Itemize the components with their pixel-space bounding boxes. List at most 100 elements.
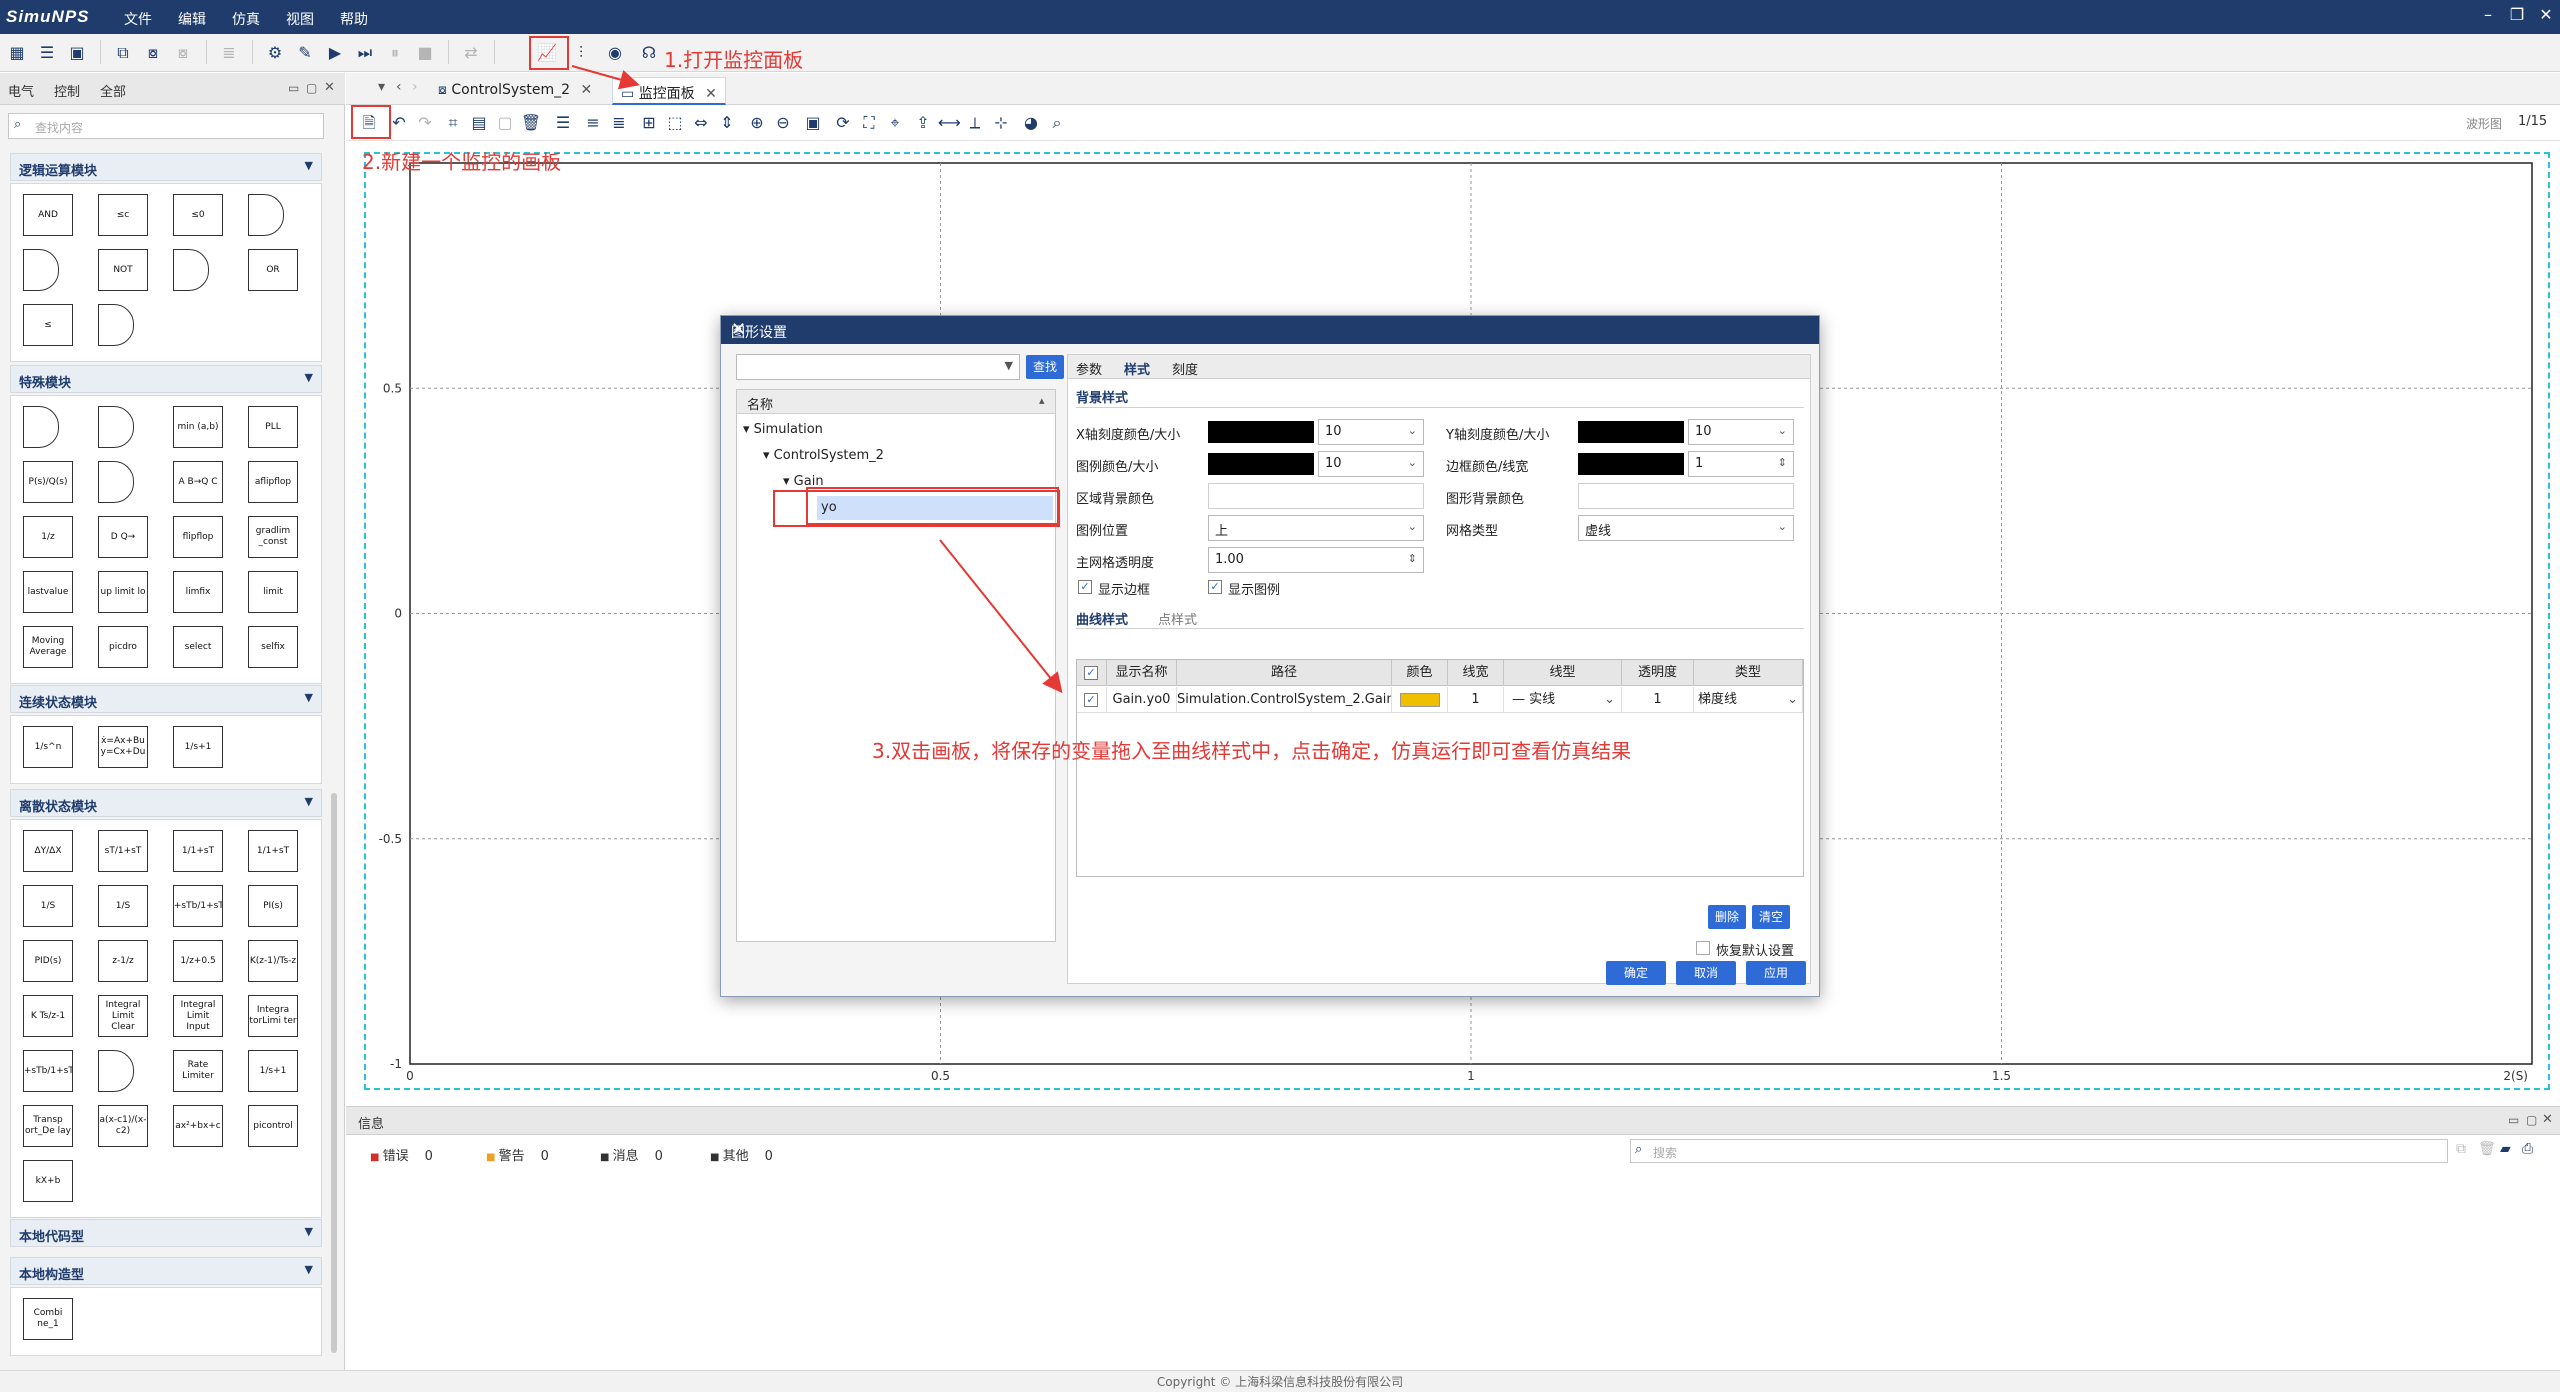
chevron-down-icon[interactable]: ▼ [305,691,313,704]
curve-table[interactable]: ✓ 显示名称 路径 颜色 线宽 线型 透明度 类型 ✓ Gain.yo0 Sim… [1076,659,1804,877]
legend-size-select[interactable]: 10 ⌄ [1318,451,1424,477]
status-count[interactable]: ■ 消息 0 [600,1145,663,1164]
library-block[interactable]: ΔY/ΔX [23,830,73,872]
library-block[interactable]: z-1/z [98,940,148,982]
area-bg-color[interactable] [1208,483,1424,509]
undo-icon[interactable]: ↶ [388,112,410,134]
layout-icon[interactable]: ▣ [802,112,824,134]
menu-edit[interactable]: 编辑 [178,9,206,29]
align-icon[interactable]: ☰ [552,112,574,134]
tab-control[interactable]: 控制 [54,81,80,100]
chevron-right-icon[interactable]: › [412,79,418,95]
menu-view[interactable]: 视图 [286,9,314,29]
zoom-x-icon[interactable]: ⇔ [690,112,712,134]
info-search-input[interactable]: ⌕ 搜索 [1630,1139,2448,1163]
library-block[interactable]: 1/s+1 [248,1050,298,1092]
show-legend-checkbox[interactable]: ✓ [1208,580,1222,594]
row-alpha[interactable]: 1 [1622,687,1694,713]
library-block[interactable]: 1/s^n [23,726,73,768]
library-block[interactable]: OR [248,249,298,291]
print-icon[interactable]: ⎙ [2522,1141,2533,1157]
x-tick-size-select[interactable]: 10 ⌄ [1318,419,1424,445]
fullscreen-icon[interactable]: ⛶ [858,112,880,134]
library-block[interactable] [98,461,134,503]
apply-button[interactable]: 应用 [1746,961,1806,985]
section-header[interactable]: 特殊模块 ▼ [10,365,322,393]
library-block[interactable]: Integra torLimi ter [248,995,298,1037]
grid-icon[interactable]: ▦ [6,42,28,64]
library-block[interactable] [248,194,284,236]
minimize-icon[interactable]: – [2476,5,2500,24]
step-icon[interactable]: ⏭ [354,42,376,64]
library-block[interactable]: P(s)/Q(s) [23,461,73,503]
pin-icon[interactable]: ▢ [306,81,317,95]
library-block[interactable] [98,1050,134,1092]
library-block[interactable]: ≤ [23,304,73,346]
layers-icon[interactable]: ≣ [218,42,240,64]
library-block[interactable]: Combi ne_1 [23,1298,73,1340]
row-type[interactable]: 梯度线 ⌄ [1694,687,1803,713]
grid-alpha-stepper[interactable]: 1.00 ⇕ [1208,547,1424,573]
tab-electrical[interactable]: 电气 [8,81,34,100]
library-block[interactable]: 1+sTb/1+sTa [173,885,223,927]
library-block[interactable]: aflipflop [248,461,298,503]
library-block[interactable]: D Q→ [98,516,148,558]
library-block[interactable]: limit [248,571,298,613]
library-block[interactable]: PI(s) [248,885,298,927]
library-block[interactable]: 1/S [23,885,73,927]
select-area-icon[interactable]: ⬚ [664,112,686,134]
model-icon[interactable]: ⧇ [142,42,164,64]
library-block[interactable]: Rate Limiter [173,1050,223,1092]
select-all-checkbox[interactable]: ✓ [1084,666,1098,680]
record-icon[interactable]: ◉ [604,42,626,64]
chevron-down-icon[interactable]: ▼ [305,1263,313,1276]
redo-icon[interactable]: ↷ [414,112,436,134]
section-header[interactable]: 逻辑运算模块 ▼ [10,153,322,181]
library-block[interactable]: ax²+bx+c [173,1105,223,1147]
zoom-in-icon[interactable]: ⊕ [746,112,768,134]
settings-icon[interactable]: ⚙ [264,42,286,64]
menu-help[interactable]: 帮助 [340,9,368,29]
library-block[interactable]: ≤0 [173,194,223,236]
row-color[interactable] [1392,687,1448,713]
library-block[interactable] [173,249,209,291]
tab-scale[interactable]: 刻度 [1172,359,1198,378]
library-block[interactable]: K(z-1)/Ts-z [248,940,298,982]
library-block[interactable]: 1/z+0.5 [173,940,223,982]
menu-file[interactable]: 文件 [124,9,152,29]
library-block[interactable]: 1/1+sT [173,830,223,872]
library-block[interactable]: a(x-c1)/(x-c2) [98,1105,148,1147]
library-block[interactable]: PID(s) [23,940,73,982]
restore-default-checkbox[interactable] [1696,941,1710,955]
close-icon[interactable]: ✕ [2534,5,2558,24]
folder-icon[interactable]: ▰ [2500,1141,2511,1157]
library-block[interactable]: selfix [248,626,298,668]
clipboard-icon[interactable]: ▤ [468,112,490,134]
crosshair-icon[interactable]: ⊹ [990,112,1012,134]
library-block[interactable]: Integral Limit Input [173,995,223,1037]
library-block[interactable]: sT/1+sT [98,830,148,872]
pause-icon[interactable]: ⏸ [384,42,406,64]
chevron-down-icon[interactable]: ▼ [305,159,313,172]
stop-icon[interactable]: ■ [414,42,436,64]
tree-item-controlsystem-2[interactable]: ▾ ControlSystem_2 [763,448,884,463]
library-block[interactable]: 1+sTb/1+sTa [23,1050,73,1092]
section-header[interactable]: 离散状态模块 ▼ [10,789,322,817]
library-block[interactable]: Transp ort_De lay [23,1105,73,1147]
row-checkbox[interactable]: ✓ [1084,693,1098,707]
library-block[interactable]: ≤c [98,194,148,236]
tab-curve-style[interactable]: 曲线样式 [1076,609,1128,628]
tab-params[interactable]: 参数 [1076,359,1102,378]
ok-button[interactable]: 确定 [1606,961,1666,985]
library-block[interactable] [23,406,59,448]
zoom-out-icon[interactable]: ⊖ [772,112,794,134]
library-block[interactable]: PLL [248,406,298,448]
tree-item-simulation[interactable]: ▾ Simulation [743,422,823,437]
copy-icon[interactable]: ⧉ [2456,1141,2466,1157]
edit-icon[interactable]: ✎ [294,42,316,64]
tab-close-icon[interactable]: ✕ [581,82,593,98]
library-block[interactable]: flipflop [173,516,223,558]
collapse-icon[interactable]: ▴ [1039,394,1045,407]
menu-simulate[interactable]: 仿真 [232,9,260,29]
border-color[interactable] [1578,453,1684,475]
